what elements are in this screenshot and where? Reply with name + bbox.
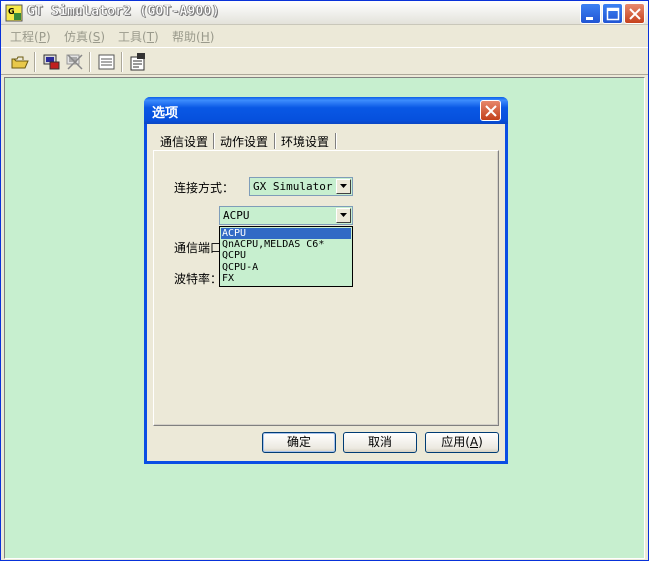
communication-settings-panel: 连接方式： GX Simulator ACPU 通信端口 波特率： — [153, 150, 499, 426]
dialog-close-button[interactable] — [480, 100, 501, 121]
baud-rate-label: 波特率： — [174, 272, 223, 286]
menu-project[interactable]: 工程(P) — [10, 28, 51, 45]
svg-text:G: G — [8, 7, 15, 16]
close-button[interactable] — [624, 3, 645, 24]
cpu-option[interactable]: QCPU — [221, 250, 351, 261]
chevron-down-icon — [340, 184, 347, 188]
tab-environment[interactable]: 环境设置 — [278, 131, 338, 151]
main-window: G GT Simulator2 (GOT-A900) 工程(P) 仿真(S) 工… — [0, 0, 649, 561]
apply-button[interactable]: 应用(A) — [425, 432, 499, 453]
connection-dropdown-arrow[interactable] — [336, 179, 351, 194]
connection-method-label: 连接方式： — [174, 181, 235, 195]
options-button[interactable] — [127, 51, 149, 73]
options-dialog: 选项 通信设置 动作设置 环境设置 连接方式： GX Simulator ACP… — [144, 97, 508, 464]
toolbar-separator — [34, 52, 36, 72]
tab-divider — [213, 133, 215, 149]
device-list-icon — [98, 54, 115, 70]
close-icon — [485, 105, 497, 117]
menu-help[interactable]: 帮助(H) — [172, 28, 214, 45]
menu-tools[interactable]: 工具(T) — [118, 28, 159, 45]
ok-button[interactable]: 确定 — [262, 432, 336, 453]
connect-button[interactable] — [41, 51, 63, 73]
minimize-button[interactable] — [580, 3, 601, 24]
app-icon: G — [5, 4, 23, 22]
tab-communication[interactable]: 通信设置 — [157, 131, 215, 151]
cpu-dropdown-arrow[interactable] — [336, 208, 351, 223]
comm-port-label: 通信端口 — [174, 241, 223, 255]
connect-plc-icon — [43, 54, 60, 70]
minimize-icon — [586, 17, 593, 20]
chevron-down-icon — [340, 213, 347, 217]
tab-divider — [335, 133, 337, 149]
open-button[interactable] — [9, 51, 31, 73]
device-list-button[interactable] — [96, 51, 118, 73]
cpu-option[interactable]: ACPU — [221, 228, 351, 239]
options-icon — [130, 53, 145, 71]
dialog-title: 选项 — [152, 106, 179, 121]
disconnect-button[interactable] — [64, 51, 86, 73]
toolbar — [1, 47, 648, 75]
cpu-type-dropdown-list[interactable]: ACPU QnACPU,MELDAS C6* QCPU QCPU-A FX — [219, 226, 353, 287]
cpu-option[interactable]: QCPU-A — [221, 262, 351, 273]
connection-method-select[interactable]: GX Simulator — [249, 177, 353, 196]
disconnect-plc-icon — [66, 54, 83, 70]
toolbar-separator — [121, 52, 123, 72]
dialog-title-bar[interactable]: 选项 — [144, 97, 508, 124]
title-bar[interactable]: G GT Simulator2 (GOT-A900) — [1, 1, 648, 25]
open-folder-icon — [11, 56, 29, 69]
menu-bar: 工程(P) 仿真(S) 工具(T) 帮助(H) — [1, 25, 648, 45]
maximize-icon — [606, 7, 620, 21]
cpu-option[interactable]: FX — [221, 273, 351, 284]
toolbar-separator — [89, 52, 91, 72]
tab-divider — [274, 133, 276, 149]
close-icon — [629, 8, 641, 20]
window-title: GT Simulator2 (GOT-A900) — [27, 4, 220, 19]
maximize-button[interactable] — [602, 3, 623, 24]
tab-action[interactable]: 动作设置 — [217, 131, 277, 151]
cpu-option[interactable]: QnACPU,MELDAS C6* — [221, 239, 351, 250]
menu-simulate[interactable]: 仿真(S) — [64, 28, 105, 45]
cpu-type-select[interactable]: ACPU — [219, 206, 353, 225]
cancel-button[interactable]: 取消 — [343, 432, 417, 453]
